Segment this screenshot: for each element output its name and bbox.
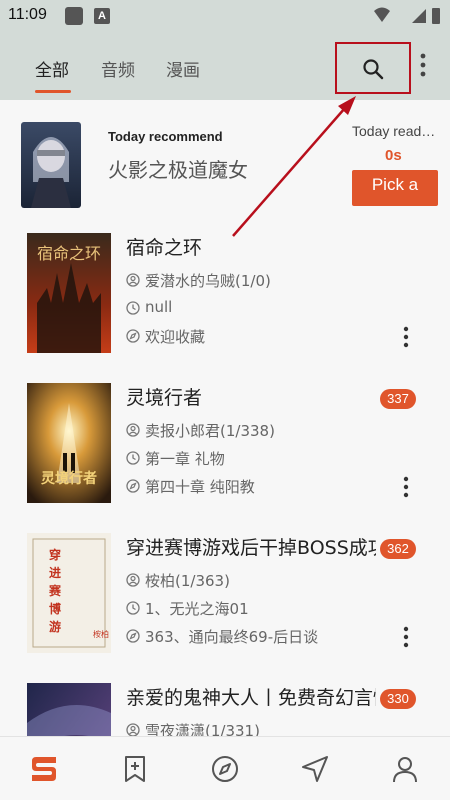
book-cover <box>27 683 111 736</box>
recommend-book-cover <box>21 122 81 208</box>
svg-text:穿: 穿 <box>49 547 61 562</box>
book-author-row: 雪夜潇潇(1/331) <box>126 720 376 736</box>
compass-small-icon <box>126 479 140 493</box>
unread-count-badge: 362 <box>380 539 416 559</box>
book-latest-chapter: null <box>145 298 173 316</box>
today-recommend-card[interactable]: Today recommend 火影之极道魔女 Today read… 0s P… <box>0 100 450 220</box>
book-latest-row: 1、无光之海01 <box>126 598 376 618</box>
compass-icon[interactable] <box>209 753 241 785</box>
svg-text:赛: 赛 <box>48 583 62 598</box>
book-author: 桉柏(1/363) <box>145 572 230 590</box>
book-author-row: 爱潜水的乌贼(1/0) <box>126 270 376 290</box>
today-read-label: Today read… <box>352 123 436 139</box>
status-time: 11:09 <box>8 6 47 23</box>
bottom-navigation <box>0 736 450 800</box>
book-read-row: 363、通向最终69-后日谈 <box>126 626 376 646</box>
clock-icon <box>126 451 140 465</box>
book-author-row: 桉柏(1/363) <box>126 570 376 590</box>
book-list-item[interactable]: 宿命之环 宿命之环 爱潜水的乌贼(1/0) null 欢迎收藏 <box>0 233 450 383</box>
book-current-chapter: 363、通向最终69-后日谈 <box>145 628 319 646</box>
book-author: 卖报小郎君(1/338) <box>145 422 275 440</box>
compass-small-icon <box>126 329 140 343</box>
unread-count-badge: 330 <box>380 689 416 709</box>
navigation-arrow-icon[interactable] <box>299 753 331 785</box>
more-vert-icon[interactable] <box>396 324 416 350</box>
book-title: 亲爱的鬼神大人丨免费奇幻言情 <box>126 687 376 709</box>
recommend-label: Today recommend <box>108 129 223 144</box>
tab-comics[interactable]: 漫画 <box>166 56 200 81</box>
book-cover: 穿 进 赛 博 游 桉柏 <box>27 533 111 653</box>
bookshelf-logo-icon[interactable] <box>28 753 60 785</box>
tab-all[interactable]: 全部 <box>35 56 69 81</box>
book-latest-chapter: 第一章 礼物 <box>145 450 225 468</box>
signal-icon <box>412 9 426 23</box>
wifi-icon <box>374 7 390 22</box>
notification-icon <box>65 7 83 25</box>
svg-text:宿命之环: 宿命之环 <box>37 244 101 263</box>
more-vert-icon[interactable] <box>412 50 434 80</box>
book-author-row: 卖报小郎君(1/338) <box>126 420 376 440</box>
book-cover: 宿命之环 <box>27 233 111 353</box>
today-read-time: 0s <box>385 147 402 164</box>
svg-text:进: 进 <box>49 565 61 580</box>
book-author: 爱潜水的乌贼(1/0) <box>145 272 271 290</box>
book-read-row: 第四十章 纯阳教 <box>126 476 376 496</box>
search-icon <box>363 59 384 80</box>
svg-text:灵境行者: 灵境行者 <box>41 470 97 487</box>
book-list-item[interactable]: 穿 进 赛 博 游 桉柏 穿进赛博游戏后干掉BOSS成功上位 362 桉柏(1/… <box>0 533 450 683</box>
book-latest-row: 第一章 礼物 <box>126 448 376 468</box>
book-list-item[interactable]: 灵境行者 灵境行者 337 卖报小郎君(1/338) 第一章 礼物 第四十章 纯… <box>0 383 450 533</box>
battery-icon <box>432 8 440 24</box>
book-list-item[interactable]: 亲爱的鬼神大人丨免费奇幻言情 330 雪夜潇潇(1/331) <box>0 683 450 736</box>
person-circle-icon <box>126 423 140 437</box>
book-title: 穿进赛博游戏后干掉BOSS成功上位 <box>126 537 376 559</box>
top-app-bar: 全部 音频 漫画 <box>0 32 450 100</box>
book-current-chapter: 第四十章 纯阳教 <box>145 478 255 496</box>
recommend-title: 火影之极道魔女 <box>108 158 248 182</box>
book-latest-row: null <box>126 298 376 318</box>
svg-text:博: 博 <box>49 601 61 616</box>
book-current-chapter: 欢迎收藏 <box>145 328 206 346</box>
active-tab-indicator <box>35 90 71 93</box>
book-read-row: 欢迎收藏 <box>126 326 376 346</box>
book-title: 宿命之环 <box>126 237 203 259</box>
book-cover: 灵境行者 <box>27 383 111 503</box>
keyboard-notification-icon: A <box>94 8 110 24</box>
person-circle-icon <box>126 273 140 287</box>
person-icon[interactable] <box>389 753 421 785</box>
svg-text:游: 游 <box>49 619 61 634</box>
person-circle-icon <box>126 573 140 587</box>
book-title: 灵境行者 <box>126 387 203 409</box>
svg-text:桉柏: 桉柏 <box>93 629 109 639</box>
search-button[interactable] <box>335 42 411 94</box>
clock-icon <box>126 301 140 315</box>
status-bar: 11:09 A <box>0 0 450 32</box>
person-circle-icon <box>126 723 140 736</box>
unread-count-badge: 337 <box>380 389 416 409</box>
book-author: 雪夜潇潇(1/331) <box>145 722 260 736</box>
system-status-icons <box>374 7 440 24</box>
more-vert-icon[interactable] <box>396 624 416 650</box>
more-vert-icon[interactable] <box>396 474 416 500</box>
compass-small-icon <box>126 629 140 643</box>
bookmark-add-icon[interactable] <box>119 753 151 785</box>
book-latest-chapter: 1、无光之海01 <box>145 600 249 618</box>
clock-icon <box>126 601 140 615</box>
tab-audio[interactable]: 音频 <box>101 56 135 81</box>
pick-a-book-button[interactable]: Pick a book <box>352 170 438 206</box>
